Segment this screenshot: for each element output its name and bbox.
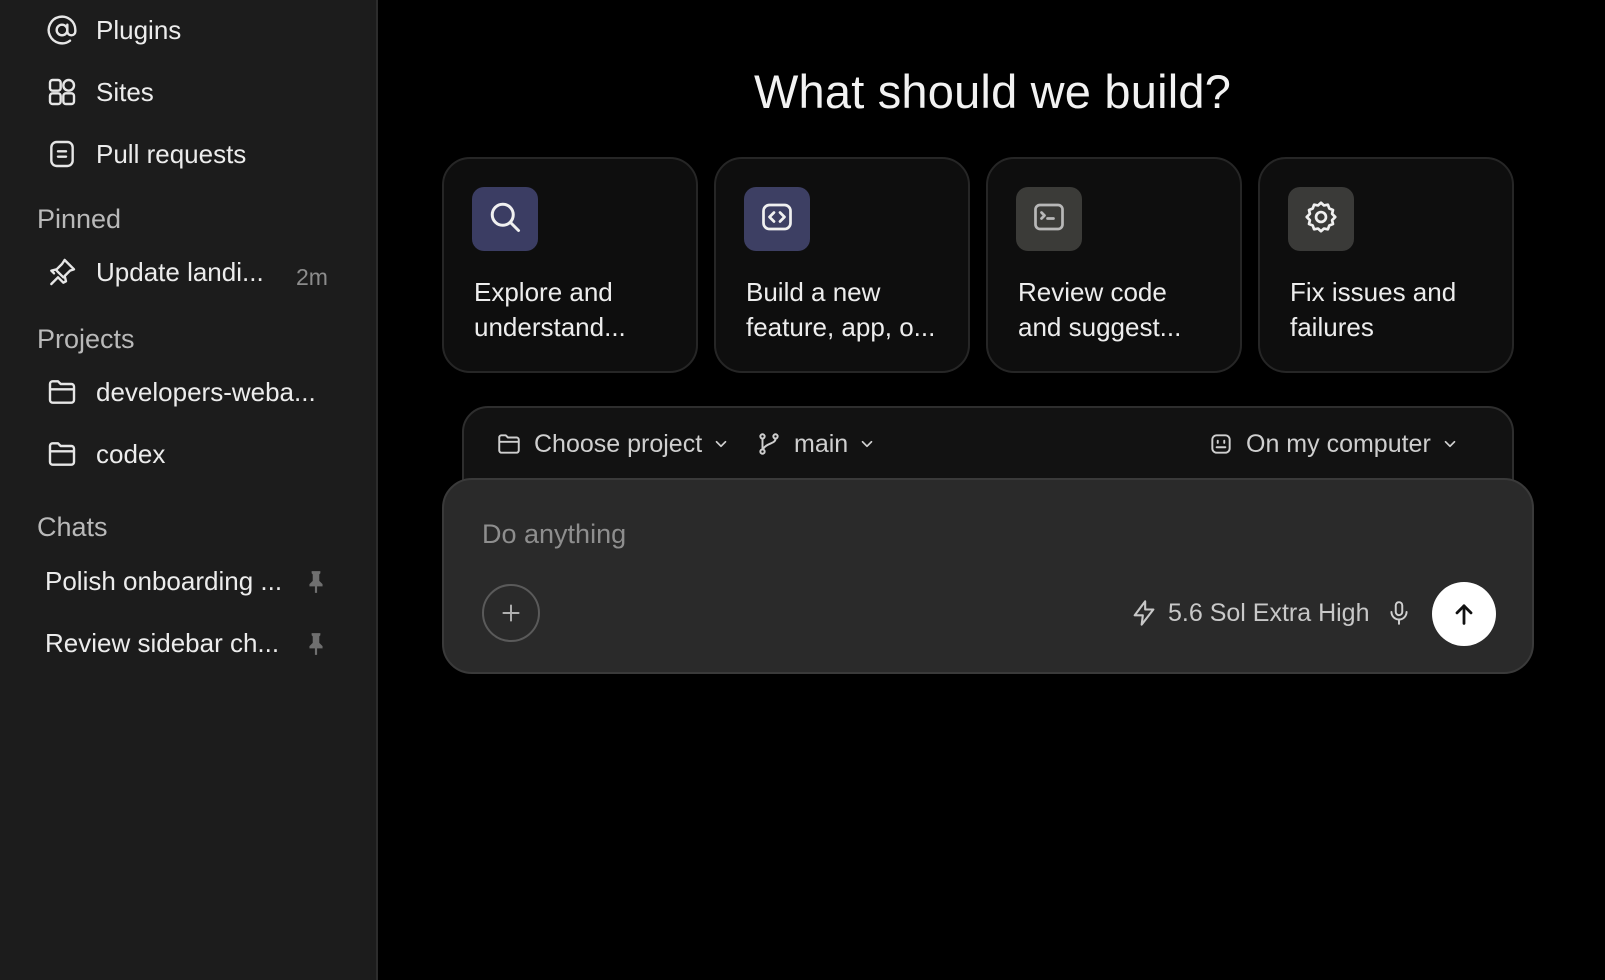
project-item-developers-website[interactable]: developers-weba... xyxy=(44,372,316,412)
project-item-label: codex xyxy=(96,438,166,469)
model-selector-label: 5.6 Sol Extra High xyxy=(1168,598,1370,627)
chevron-down-icon xyxy=(712,435,730,453)
environment-selector[interactable]: On my computer xyxy=(1208,426,1459,462)
branch-selector[interactable]: main xyxy=(756,426,876,462)
context-selector-bar: Choose project main On my computer xyxy=(462,406,1514,486)
project-selector-label: Choose project xyxy=(534,429,703,458)
project-item-codex[interactable]: codex xyxy=(44,434,165,474)
card-text: Explore and understand... xyxy=(474,275,684,345)
code-icon xyxy=(759,199,795,240)
terminal-icon xyxy=(1031,199,1067,240)
app-window: Plugins Sites Pull requests Pinned Updat… xyxy=(0,0,1605,980)
sidebar: Plugins Sites Pull requests Pinned Updat… xyxy=(0,0,378,980)
send-button[interactable] xyxy=(1432,582,1496,646)
chevron-down-icon xyxy=(1441,435,1459,453)
chevron-down-icon xyxy=(858,435,876,453)
sidebar-item-label: Pull requests xyxy=(96,138,247,169)
card-line-1: Fix issues and xyxy=(1290,277,1457,307)
project-item-label: developers-weba... xyxy=(96,376,316,407)
card-line-2: and suggest... xyxy=(1018,312,1182,342)
at-sign-icon xyxy=(44,12,80,48)
prompt-composer: 5.6 Sol Extra High xyxy=(442,478,1534,674)
main-panel: What should we build? Explore and unders… xyxy=(380,0,1605,980)
card-text: Fix issues and failures xyxy=(1290,275,1500,345)
sidebar-item-pull-requests[interactable]: Pull requests xyxy=(44,134,246,174)
sidebar-item-sites[interactable]: Sites xyxy=(44,72,154,112)
sites-grid-icon xyxy=(44,74,80,110)
environment-selector-label: On my computer xyxy=(1246,429,1431,458)
chat-item-polish-onboarding[interactable]: Polish onboarding ... xyxy=(45,566,282,597)
card-badge xyxy=(1288,187,1354,251)
pull-request-icon xyxy=(44,136,80,172)
card-badge xyxy=(744,187,810,251)
pin-icon xyxy=(44,254,80,290)
card-badge xyxy=(472,187,538,251)
card-line-1: Review code xyxy=(1018,277,1167,307)
pin-icon[interactable] xyxy=(305,570,327,594)
pinned-item-time: 2m xyxy=(296,264,328,290)
folder-icon xyxy=(44,374,80,410)
branch-selector-label: main xyxy=(794,429,849,458)
suggestion-card-build[interactable]: Build a new feature, app, o... xyxy=(714,157,970,373)
sidebar-item-plugins[interactable]: Plugins xyxy=(44,10,181,50)
pinned-item-label: Update landi... xyxy=(96,256,264,287)
folder-icon xyxy=(496,431,522,457)
lightning-icon xyxy=(1130,599,1158,627)
pin-icon[interactable] xyxy=(305,632,327,656)
gear-icon xyxy=(1303,199,1339,240)
git-branch-icon xyxy=(756,431,782,457)
projects-section-title: Projects xyxy=(37,324,135,354)
microphone-icon xyxy=(1386,598,1412,628)
plus-icon xyxy=(498,600,524,626)
chats-section-title: Chats xyxy=(37,512,108,542)
page-title: What should we build? xyxy=(753,65,1232,118)
card-line-2: understand... xyxy=(474,312,626,342)
sidebar-item-label: Plugins xyxy=(96,14,182,45)
card-line-1: Build a new xyxy=(746,277,881,307)
card-line-2: failures xyxy=(1290,312,1374,342)
pinned-item[interactable]: Update landi... xyxy=(44,252,264,292)
project-selector[interactable]: Choose project xyxy=(496,426,730,462)
computer-icon xyxy=(1208,431,1234,457)
folder-icon xyxy=(44,436,80,472)
pinned-section-title: Pinned xyxy=(37,204,122,234)
suggestion-card-explore[interactable]: Explore and understand... xyxy=(442,157,698,373)
prompt-input[interactable] xyxy=(482,514,1382,554)
card-text: Build a new feature, app, o... xyxy=(746,275,956,345)
card-text: Review code and suggest... xyxy=(1018,275,1228,345)
card-line-2: feature, app, o... xyxy=(746,312,936,342)
search-icon xyxy=(487,199,523,240)
suggestion-card-review[interactable]: Review code and suggest... xyxy=(986,157,1242,373)
chat-item-review-sidebar[interactable]: Review sidebar ch... xyxy=(45,628,279,659)
sidebar-item-label: Sites xyxy=(96,76,154,107)
card-line-1: Explore and xyxy=(474,277,613,307)
add-attachment-button[interactable] xyxy=(482,584,540,642)
card-badge xyxy=(1016,187,1082,251)
model-selector[interactable]: 5.6 Sol Extra High xyxy=(1130,596,1370,630)
arrow-up-icon xyxy=(1450,600,1478,628)
microphone-button[interactable] xyxy=(1384,596,1414,630)
suggestion-card-fix[interactable]: Fix issues and failures xyxy=(1258,157,1514,373)
